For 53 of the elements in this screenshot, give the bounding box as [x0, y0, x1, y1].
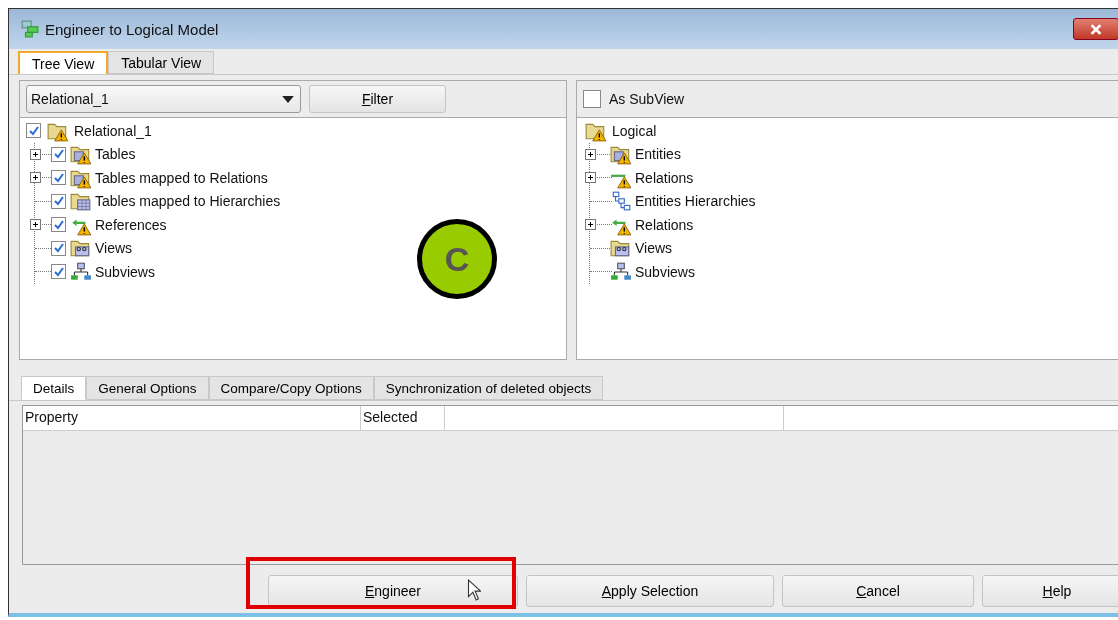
tree-item[interactable]: Subviews: [95, 263, 155, 280]
checkbox[interactable]: [51, 217, 66, 233]
dialog-button[interactable]: Apply Selection: [526, 575, 774, 607]
expand-icon[interactable]: [30, 172, 41, 184]
close-icon: [1089, 23, 1103, 35]
dialog-button[interactable]: Engineer: [268, 575, 518, 607]
view-tab[interactable]: Tabular View: [108, 51, 215, 74]
checkbox[interactable]: [51, 170, 66, 186]
tree-item[interactable]: Relations: [635, 169, 694, 186]
checkbox[interactable]: [51, 264, 66, 280]
app-icon: [21, 20, 39, 38]
view-tab[interactable]: Tree View: [18, 51, 109, 74]
options-tab[interactable]: General Options: [86, 376, 209, 400]
mouse-cursor-icon: [467, 579, 481, 601]
tree-item[interactable]: Entities Hierarchies: [635, 193, 756, 210]
options-tab[interactable]: Details: [21, 376, 87, 400]
tree-item[interactable]: Subviews: [635, 263, 695, 280]
callout-marker: C: [417, 219, 497, 299]
checkbox[interactable]: [51, 146, 66, 162]
tree-item[interactable]: Tables: [95, 146, 136, 163]
expand-icon[interactable]: [585, 172, 596, 184]
tree-item[interactable]: Relations: [635, 216, 694, 233]
options-tab[interactable]: Compare/Copy Options: [208, 376, 374, 400]
dialog-button[interactable]: Cancel: [782, 575, 974, 607]
tree-item[interactable]: References: [95, 216, 167, 233]
filter-button[interactable]: Filter: [309, 85, 446, 113]
tree-item[interactable]: Logical: [612, 122, 657, 139]
tree-item[interactable]: Tables mapped to Hierarchies: [95, 193, 281, 210]
tree-item[interactable]: Tables mapped to Relations: [95, 169, 268, 186]
options-tab[interactable]: Synchronization of deleted objects: [373, 376, 604, 400]
dropdown-caret-icon: [282, 95, 294, 103]
checkbox[interactable]: [583, 90, 601, 108]
tree-item[interactable]: Relational_1: [74, 122, 152, 139]
close-button[interactable]: [1073, 18, 1118, 40]
tree-item[interactable]: Views: [635, 240, 673, 257]
expand-icon[interactable]: [30, 148, 41, 160]
tree-item[interactable]: Views: [95, 240, 133, 257]
checkbox[interactable]: [51, 240, 66, 256]
subviews-icon: [70, 260, 92, 283]
tree-item[interactable]: Entities: [635, 146, 681, 163]
hierarchy-icon: [610, 190, 632, 213]
column-header: Property: [23, 406, 361, 430]
expand-icon[interactable]: [585, 219, 596, 231]
column-header: Selected: [361, 406, 445, 430]
dialog-button[interactable]: Help: [982, 575, 1118, 607]
window-title: Engineer to Logical Model: [45, 20, 219, 38]
model-dropdown[interactable]: Relational_1: [26, 85, 301, 113]
expand-icon[interactable]: [585, 148, 596, 160]
checkbox[interactable]: [26, 123, 41, 139]
checkbox[interactable]: [51, 193, 66, 209]
expand-icon[interactable]: [30, 219, 41, 231]
checkbox-label: As SubView: [609, 91, 685, 107]
subviews-icon: [610, 260, 632, 283]
